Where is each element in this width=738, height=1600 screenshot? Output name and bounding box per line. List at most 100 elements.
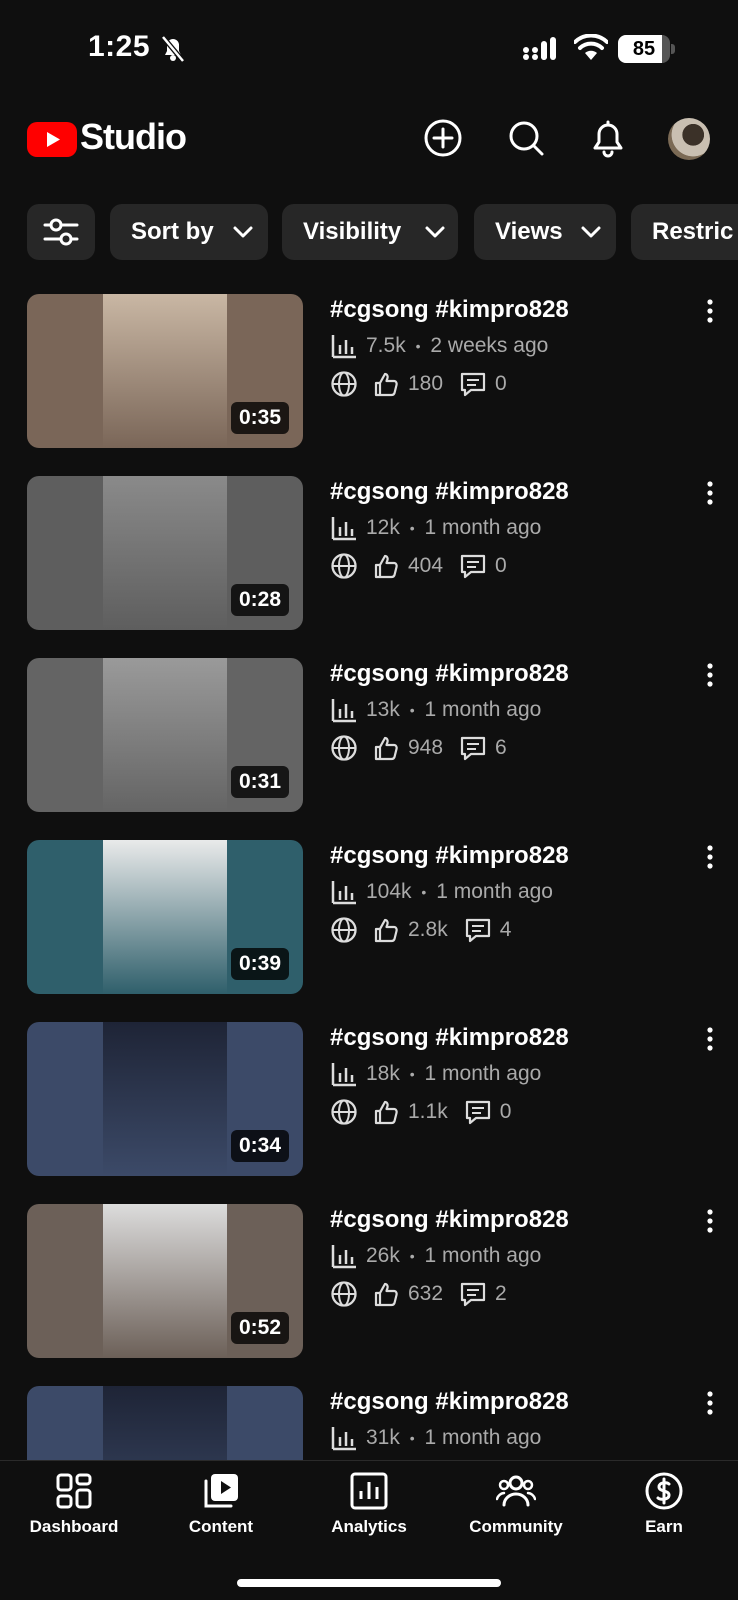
filter-chip-visibility[interactable]: Visibility — [282, 204, 458, 260]
video-row[interactable]: 0:31 #cgsong #kimpro828 13k • 1 month ago 9… — [0, 658, 738, 840]
more-options-icon[interactable] — [702, 480, 718, 506]
views-chart-icon — [331, 1427, 356, 1451]
wifi-icon — [574, 34, 608, 60]
nav-label: Content — [188, 1517, 254, 1536]
views-chart-icon — [331, 335, 356, 359]
video-thumbnail[interactable]: 0:28 — [27, 476, 303, 630]
upload-age: 1 month ago — [424, 1426, 542, 1449]
thumbnail-image — [103, 840, 227, 994]
public-globe-icon — [331, 553, 357, 579]
video-title: #cgsong #kimpro828 — [330, 478, 569, 505]
chevron-down-icon — [581, 226, 601, 238]
filter-chip-views[interactable]: Views — [474, 204, 616, 260]
filter-chip-label: Sort by — [131, 218, 214, 245]
view-count: 13k — [366, 698, 400, 721]
earn-icon — [645, 1472, 683, 1510]
video-row[interactable]: 0:34 #cgsong #kimpro828 18k • 1 month ago 1… — [0, 1022, 738, 1204]
filter-settings-button[interactable] — [27, 204, 95, 260]
video-title: #cgsong #kimpro828 — [330, 1388, 569, 1415]
video-engagement-line: 404 0 — [330, 552, 507, 582]
video-thumbnail[interactable]: 0:39 — [27, 840, 303, 994]
video-stats-line: 18k • 1 month ago — [330, 1060, 541, 1090]
battery-indicator: 85 — [618, 35, 675, 63]
video-engagement-line: 948 6 — [330, 734, 507, 764]
views-chart-icon — [331, 517, 356, 541]
filter-chip-sort-by[interactable]: Sort by — [110, 204, 268, 260]
video-thumbnail[interactable] — [27, 1386, 303, 1460]
video-stats-line: 7.5k • 2 weeks ago — [330, 332, 548, 362]
nav-community[interactable]: Community — [442, 1471, 590, 1551]
video-thumbnail[interactable]: 0:31 — [27, 658, 303, 812]
upload-age: 1 month ago — [424, 516, 542, 539]
video-engagement-line: 632 2 — [330, 1280, 507, 1310]
public-globe-icon — [331, 371, 357, 397]
upload-age: 1 month ago — [424, 1244, 542, 1267]
comment-icon — [465, 1100, 490, 1125]
search-icon[interactable] — [504, 116, 548, 160]
thumbnail-image — [103, 476, 227, 630]
video-stats-line: 13k • 1 month ago — [330, 696, 541, 726]
community-icon — [496, 1475, 536, 1507]
filter-chip-label: Restric — [652, 218, 734, 245]
like-thumb-icon — [374, 1282, 398, 1307]
video-thumbnail[interactable]: 0:34 — [27, 1022, 303, 1176]
filter-chip-restrictions[interactable]: Restric — [631, 204, 738, 260]
bell-muted-icon — [161, 35, 185, 63]
video-row[interactable]: #cgsong #kimpro828 31k • 1 month ago — [0, 1386, 738, 1460]
video-duration-badge: 0:35 — [230, 402, 289, 434]
video-duration-badge: 0:31 — [230, 766, 289, 798]
more-options-icon[interactable] — [702, 1026, 718, 1052]
video-row[interactable]: 0:39 #cgsong #kimpro828 104k • 1 month ago… — [0, 840, 738, 1022]
app-header: Studio — [0, 110, 738, 170]
video-duration-badge: 0:34 — [230, 1130, 289, 1162]
video-duration-badge: 0:28 — [230, 584, 289, 616]
video-stats-line: 26k • 1 month ago — [330, 1242, 541, 1272]
video-title: #cgsong #kimpro828 — [330, 660, 569, 687]
content-icon — [204, 1474, 238, 1508]
nav-dashboard[interactable]: Dashboard — [0, 1471, 148, 1551]
like-count: 948 — [408, 736, 444, 759]
video-engagement-line: 180 0 — [330, 370, 507, 400]
video-thumbnail[interactable]: 0:35 — [27, 294, 303, 448]
views-chart-icon — [331, 699, 356, 723]
video-stats-line: 31k • 1 month ago — [330, 1424, 541, 1454]
views-chart-icon — [331, 1063, 356, 1087]
comment-icon — [465, 918, 490, 943]
account-avatar[interactable] — [668, 118, 710, 160]
nav-content[interactable]: Content — [147, 1471, 295, 1551]
analytics-icon — [350, 1472, 388, 1510]
public-globe-icon — [331, 1281, 357, 1307]
like-count: 404 — [408, 554, 444, 577]
like-thumb-icon — [374, 918, 398, 943]
thumbnail-image — [103, 1022, 227, 1176]
filter-chip-label: Visibility — [303, 218, 402, 245]
create-plus-icon[interactable] — [421, 116, 465, 160]
video-duration-badge: 0:52 — [230, 1312, 289, 1344]
video-row[interactable]: 0:28 #cgsong #kimpro828 12k • 1 month ago 4… — [0, 476, 738, 658]
comment-count: 6 — [495, 736, 507, 759]
nav-label: Earn — [645, 1517, 683, 1536]
more-options-icon[interactable] — [702, 662, 718, 688]
video-row[interactable]: 0:52 #cgsong #kimpro828 26k • 1 month ago 6… — [0, 1204, 738, 1386]
notifications-bell-icon[interactable] — [586, 116, 630, 160]
like-thumb-icon — [374, 372, 398, 397]
more-options-icon[interactable] — [702, 298, 718, 324]
nav-analytics[interactable]: Analytics — [295, 1471, 443, 1551]
comment-count: 0 — [495, 554, 507, 577]
video-title: #cgsong #kimpro828 — [330, 1024, 569, 1051]
nav-earn[interactable]: Earn — [590, 1471, 738, 1551]
comment-icon — [460, 736, 486, 761]
view-count: 7.5k — [366, 334, 406, 357]
video-thumbnail[interactable]: 0:52 — [27, 1204, 303, 1358]
public-globe-icon — [331, 735, 357, 761]
video-row[interactable]: 0:35 #cgsong #kimpro828 7.5k • 2 weeks ago… — [0, 294, 738, 476]
nav-label: Analytics — [331, 1517, 407, 1536]
more-options-icon[interactable] — [702, 1208, 718, 1234]
like-count: 632 — [408, 1282, 444, 1305]
public-globe-icon — [331, 917, 357, 943]
more-options-icon[interactable] — [702, 1390, 718, 1416]
more-options-icon[interactable] — [702, 844, 718, 870]
comment-count: 4 — [499, 918, 512, 941]
brand-title: Studio — [80, 116, 187, 157]
like-thumb-icon — [374, 554, 398, 579]
